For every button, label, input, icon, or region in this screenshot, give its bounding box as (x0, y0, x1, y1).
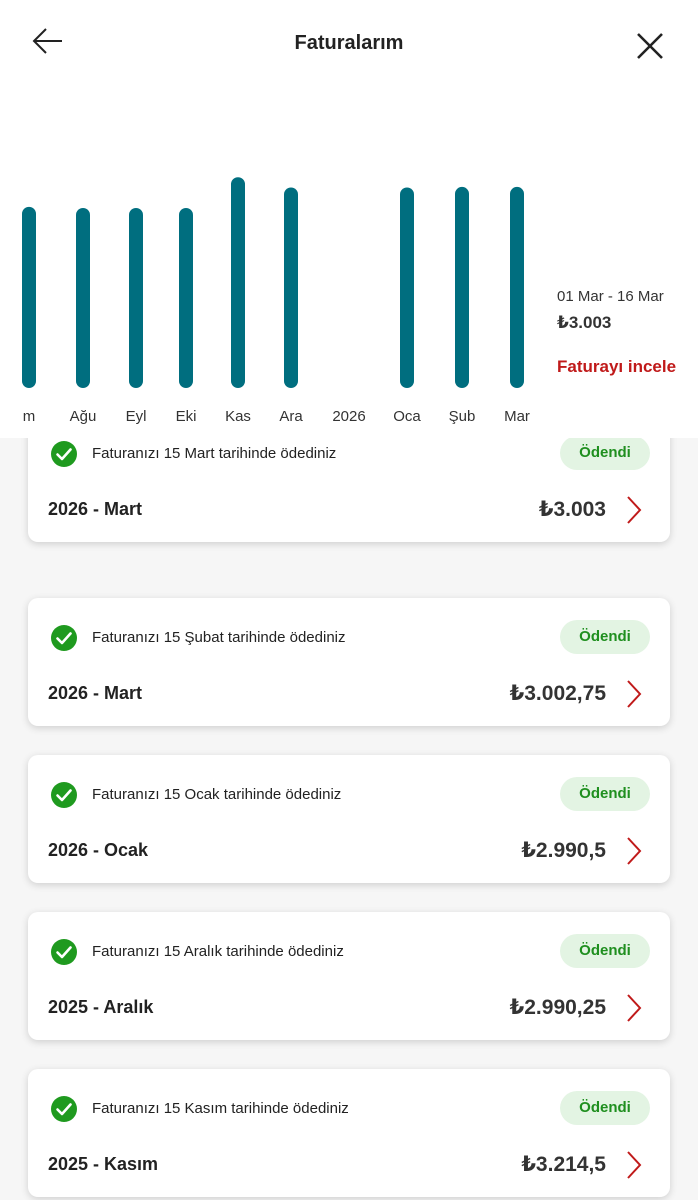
chart-bar[interactable] (400, 187, 414, 388)
bill-amount: ₺2.990,5 (521, 839, 606, 862)
bill-card[interactable]: Faturanızı 15 Mart tarihinde ödediniz Öde… (28, 438, 670, 542)
view-bill-link[interactable]: Faturayı incele (557, 357, 698, 377)
chevron-right-icon[interactable] (624, 835, 644, 867)
chart-tick-label: Eyl (126, 408, 147, 425)
bill-period: 2026 - Ocak (48, 840, 149, 860)
bill-amount: ₺3.002,75 (509, 682, 606, 705)
bill-amount: ₺3.003 (538, 498, 606, 521)
status-badge: Ödendi (560, 620, 650, 654)
selected-amount: ₺3.003 (557, 313, 612, 332)
chevron-right-icon[interactable] (624, 1149, 644, 1181)
bill-list: Faturanızı 15 Mart tarihinde ödediniz Öde… (0, 438, 698, 1200)
bill-amount: ₺3.214,5 (521, 1153, 606, 1176)
status-badge: Ödendi (560, 438, 650, 470)
chart-bar[interactable] (510, 186, 524, 388)
bill-card[interactable]: Faturanızı 15 Aralık tarihinde ödediniz Ö… (28, 912, 670, 1040)
bill-amount: ₺2.990,25 (509, 996, 606, 1019)
chart-bar[interactable] (76, 207, 90, 388)
chart-bar[interactable] (129, 207, 143, 388)
check-circle-icon (51, 939, 77, 965)
bill-period: 2026 - Mart (48, 499, 143, 519)
bill-history-chart[interactable]: m Ağu Eyl Eki Kas Ara 2026 Oca Şub Mar (0, 90, 540, 438)
chart-tick-label: 2026 (332, 408, 365, 425)
selected-bill-info: 01 Mar - 16 Mar ₺3.003 Faturayı incele (557, 288, 698, 377)
selected-period: 01 Mar - 16 Mar (557, 288, 664, 305)
chart-tick-label: Şub (449, 408, 476, 425)
bill-payment-message: Faturanızı 15 Aralık tarihinde ödediniz (92, 943, 344, 960)
bill-payment-message: Faturanızı 15 Ocak tarihinde ödediniz (92, 786, 342, 803)
chart-tick-label: Oca (393, 408, 421, 425)
status-badge: Ödendi (560, 777, 650, 811)
chart-bar[interactable] (179, 207, 193, 388)
status-badge: Ödendi (560, 934, 650, 968)
bill-card[interactable]: Faturanızı 15 Kasım tarihinde ödediniz Öd… (28, 1069, 670, 1197)
chart-bar[interactable] (455, 186, 469, 388)
chart-tick-label: Ağu (70, 408, 97, 425)
bill-payment-message: Faturanızı 15 Kasım tarihinde ödediniz (92, 1100, 349, 1117)
bill-period: 2025 - Kasım (48, 1154, 159, 1174)
status-badge: Ödendi (560, 1091, 650, 1125)
chart-tick-label: Kas (225, 408, 251, 425)
check-circle-icon (51, 1096, 77, 1122)
check-circle-icon (51, 782, 77, 808)
page-title: Faturalarım (294, 32, 404, 54)
chart-tick-label: Eki (176, 408, 197, 425)
chart-tick-label: Mar (504, 408, 530, 425)
chevron-right-icon[interactable] (624, 992, 644, 1024)
top-panel: Faturalarım m Ağu Eyl Eki Kas Ara 2026 Oca Şub Ma… (0, 0, 698, 438)
check-circle-icon (51, 625, 77, 651)
bill-payment-message: Faturanızı 15 Şubat tarihinde ödediniz (92, 629, 346, 646)
bill-card[interactable]: Faturanızı 15 Ocak tarihinde ödediniz Öde… (28, 755, 670, 883)
chart-tick-label: m (23, 408, 36, 425)
chart-bar[interactable] (22, 206, 36, 388)
chart-tick-label: Ara (279, 408, 303, 425)
close-icon (637, 33, 663, 59)
chart-svg: m Ağu Eyl Eki Kas Ara 2026 Oca Şub Mar (22, 177, 530, 425)
bill-period: 2026 - Mart (48, 683, 143, 703)
close-button[interactable] (630, 26, 670, 66)
chevron-right-icon[interactable] (624, 494, 644, 526)
check-circle-icon (51, 441, 77, 467)
bill-period: 2025 - Aralık (48, 997, 154, 1017)
chevron-right-icon[interactable] (624, 678, 644, 710)
header: Faturalarım (0, 0, 698, 90)
chart-bar[interactable] (231, 177, 245, 388)
bill-card[interactable]: Faturanızı 15 Şubat tarihinde ödediniz Öd… (28, 598, 670, 726)
chart-bar[interactable] (284, 187, 298, 388)
bill-payment-message: Faturanızı 15 Mart tarihinde ödediniz (92, 445, 337, 462)
